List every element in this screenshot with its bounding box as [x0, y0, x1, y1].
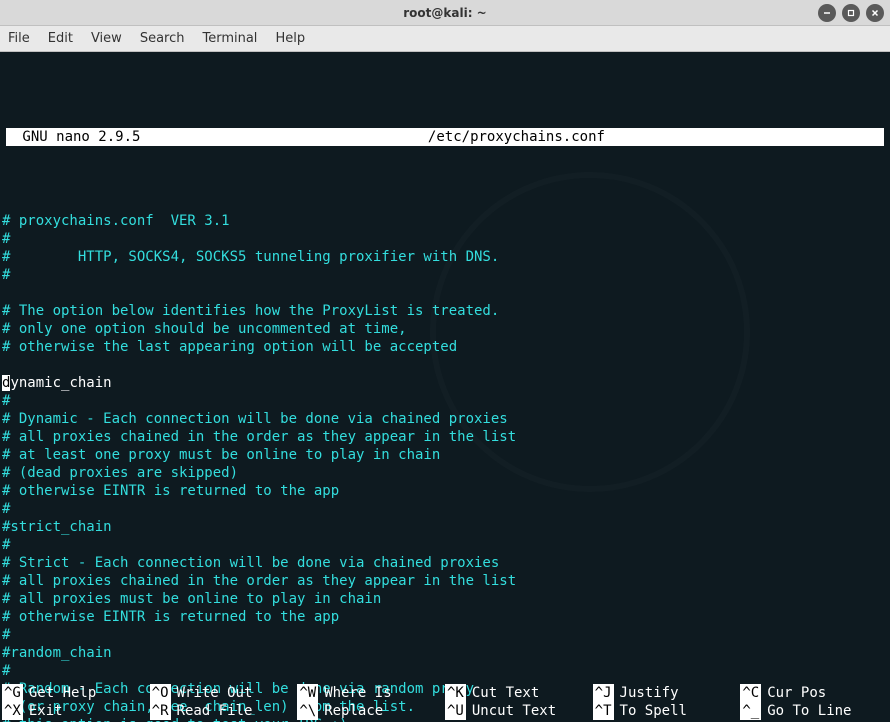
menu-edit[interactable]: Edit: [48, 31, 73, 46]
nano-shortcut: ^C Cur Pos: [740, 684, 888, 702]
menu-terminal[interactable]: Terminal: [202, 31, 257, 46]
nano-shortcut: ^X Exit: [2, 702, 150, 720]
nano-shortcut-label: Get Help: [29, 684, 96, 702]
nano-shortcut: ^G Get Help: [2, 684, 150, 702]
nano-shortcut: ^K Cut Text: [445, 684, 593, 702]
file-line: #: [2, 626, 888, 644]
nano-shortcut-label: Replace: [324, 702, 383, 720]
file-line: dynamic_chain: [2, 374, 888, 392]
window-title: root@kali: ~: [403, 6, 486, 20]
file-line: #: [2, 392, 888, 410]
file-line: #: [2, 500, 888, 518]
file-line: #: [2, 662, 888, 680]
nano-shortcut-label: Write Out: [177, 684, 253, 702]
nano-file-content[interactable]: # proxychains.conf VER 3.1## HTTP, SOCKS…: [0, 200, 890, 722]
file-line: # HTTP, SOCKS4, SOCKS5 tunneling proxifi…: [2, 248, 888, 266]
nano-shortcut-label: Exit: [29, 702, 63, 720]
menu-search[interactable]: Search: [140, 31, 185, 46]
nano-shortcut: ^O Write Out: [150, 684, 298, 702]
nano-shortcut-key: ^\: [297, 702, 318, 720]
file-line: # otherwise EINTR is returned to the app: [2, 608, 888, 626]
file-line: # all proxies chained in the order as th…: [2, 428, 888, 446]
terminal-area[interactable]: GNU nano 2.9.5 /etc/proxychains.conf # p…: [0, 52, 890, 722]
nano-shortcut: ^U Uncut Text: [445, 702, 593, 720]
nano-shortcut-key: ^W: [297, 684, 318, 702]
menu-help[interactable]: Help: [275, 31, 305, 46]
nano-shortcut-key: ^T: [593, 702, 614, 720]
nano-shortcut: ^_ Go To Line: [740, 702, 888, 720]
close-button[interactable]: [866, 4, 884, 22]
file-line: # Strict - Each connection will be done …: [2, 554, 888, 572]
nano-shortcut-label: Go To Line: [767, 702, 851, 720]
file-line: # (dead proxies are skipped): [2, 464, 888, 482]
nano-shortcut-key: ^X: [2, 702, 23, 720]
file-line: #strict_chain: [2, 518, 888, 536]
file-line: #random_chain: [2, 644, 888, 662]
file-line: # proxychains.conf VER 3.1: [2, 212, 888, 230]
file-line: # at least one proxy must be online to p…: [2, 446, 888, 464]
nano-shortcut-key: ^K: [445, 684, 466, 702]
nano-shortcut-key: ^O: [150, 684, 171, 702]
nano-shortcut: ^W Where Is: [297, 684, 445, 702]
nano-shortcut-label: Cut Text: [472, 684, 539, 702]
nano-shortcut-key: ^G: [2, 684, 23, 702]
nano-shortcut-key: ^C: [740, 684, 761, 702]
nano-shortcut-label: Uncut Text: [472, 702, 556, 720]
nano-app-version: GNU nano 2.9.5: [10, 128, 153, 146]
maximize-button[interactable]: [842, 4, 860, 22]
menu-file[interactable]: File: [8, 31, 30, 46]
nano-shortcut-key: ^U: [445, 702, 466, 720]
nano-filename: /etc/proxychains.conf: [153, 128, 880, 146]
file-line: #: [2, 266, 888, 284]
nano-header-bar: GNU nano 2.9.5 /etc/proxychains.conf: [6, 128, 884, 146]
nano-shortcut: ^J Justify: [593, 684, 741, 702]
file-line-text: ynamic_chain: [10, 375, 111, 391]
nano-shortcut: ^R Read File: [150, 702, 298, 720]
file-line: # The option below identifies how the Pr…: [2, 302, 888, 320]
window-titlebar: root@kali: ~: [0, 0, 890, 26]
minimize-button[interactable]: [818, 4, 836, 22]
nano-shortcut-bar: ^G Get Help ^O Write Out ^W Where Is ^K Cut Tex…: [0, 684, 890, 722]
nano-shortcut-key: ^_: [740, 702, 761, 720]
file-line: # all proxies must be online to play in …: [2, 590, 888, 608]
nano-shortcut-label: Cur Pos: [767, 684, 826, 702]
file-line: [2, 284, 888, 302]
nano-shortcut: ^T To Spell: [593, 702, 741, 720]
nano-shortcut-label: Justify: [620, 684, 679, 702]
nano-shortcut-label: To Spell: [620, 702, 687, 720]
file-line: # Dynamic - Each connection will be done…: [2, 410, 888, 428]
window-controls: [818, 4, 884, 22]
menu-view[interactable]: View: [91, 31, 122, 46]
nano-shortcut-label: Read File: [177, 702, 253, 720]
file-line: # otherwise EINTR is returned to the app: [2, 482, 888, 500]
nano-shortcut-label: Where Is: [324, 684, 391, 702]
nano-shortcut-key: ^J: [593, 684, 614, 702]
menubar: File Edit View Search Terminal Help: [0, 26, 890, 52]
file-line: # otherwise the last appearing option wi…: [2, 338, 888, 356]
file-line: # only one option should be uncommented …: [2, 320, 888, 338]
nano-shortcut: ^\ Replace: [297, 702, 445, 720]
file-line: [2, 356, 888, 374]
file-line: # all proxies chained in the order as th…: [2, 572, 888, 590]
file-line: #: [2, 536, 888, 554]
file-line: #: [2, 230, 888, 248]
nano-shortcut-key: ^R: [150, 702, 171, 720]
